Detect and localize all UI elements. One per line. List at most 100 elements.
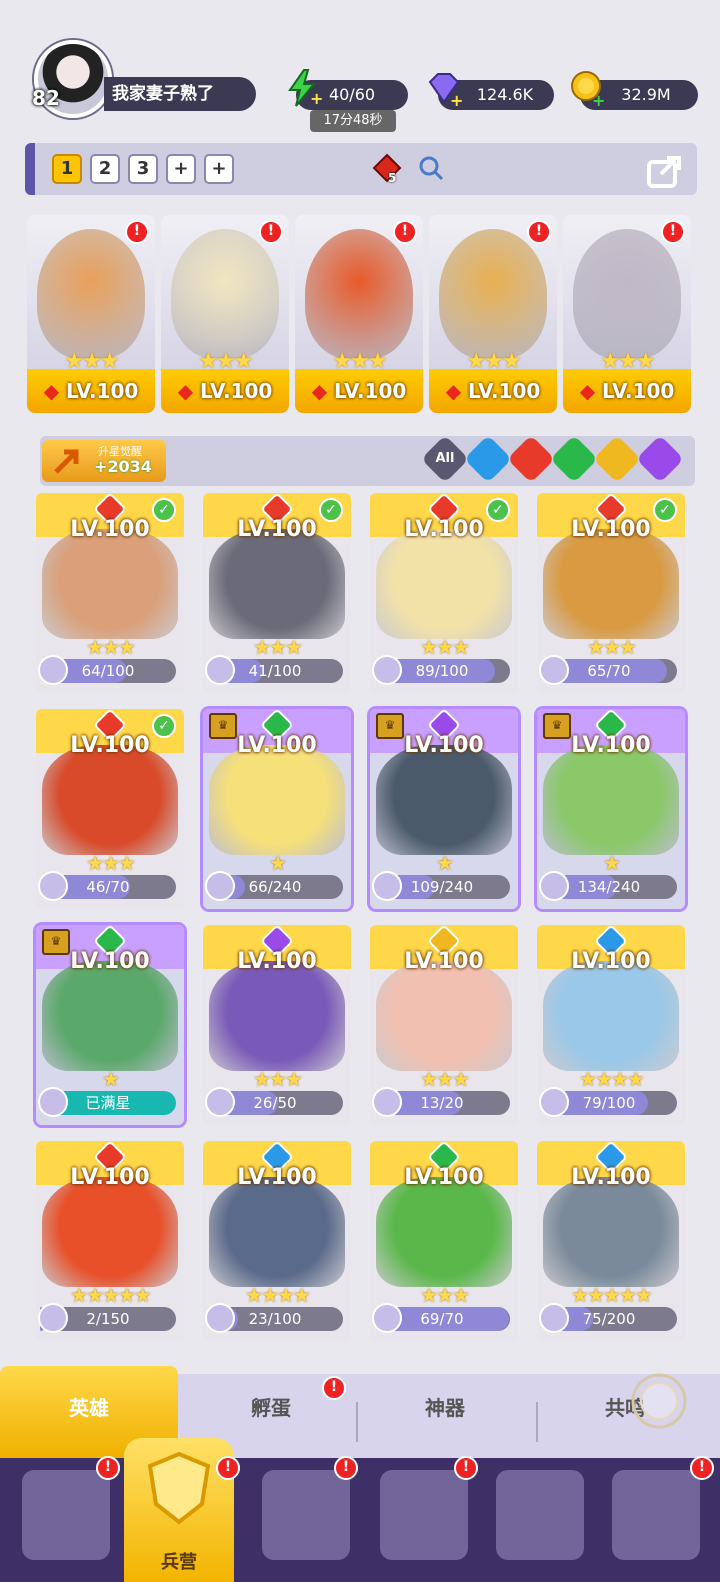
fragment-progress: 64/100	[38, 655, 176, 685]
check-icon: ✓	[486, 498, 510, 522]
fragment-progress: 79/100	[539, 1087, 677, 1117]
lineup-hero-card[interactable]: ★★★ ◆ LV.100	[429, 215, 557, 413]
fragment-count: 69/70	[420, 1310, 464, 1328]
floating-orb-icon[interactable]	[630, 1372, 688, 1430]
hero-card[interactable]: LV.100 ★★★★ 23/100	[203, 1141, 351, 1341]
hero-level: LV.100	[237, 949, 317, 974]
hero-portrait	[42, 529, 178, 639]
tab-hero-label: 英雄	[69, 1396, 109, 1420]
hero-portrait	[42, 745, 178, 855]
tab-artifact[interactable]: 神器	[360, 1392, 530, 1421]
bottom-nav-book[interactable]	[262, 1470, 350, 1560]
hero-level: LV.100	[404, 949, 484, 974]
team-tab-3[interactable]: 3	[128, 154, 158, 184]
fragment-icon	[539, 871, 569, 901]
team-selector-bar	[25, 143, 697, 195]
castle-alert-icon: !	[454, 1456, 478, 1480]
hero-level-text: LV.100	[200, 379, 273, 403]
gold-counter[interactable]: + 32.9M	[571, 71, 698, 110]
fire-element-icon: ◆	[579, 379, 596, 403]
hero-card[interactable]: LV.100 ★★★ 69/70	[370, 1141, 518, 1341]
fragment-count: 134/240	[577, 878, 641, 896]
tab-divider	[356, 1402, 358, 1442]
hero-portrait	[209, 1177, 345, 1287]
search-icon[interactable]	[418, 155, 444, 181]
lightning-icon: +	[288, 69, 322, 108]
hero-card[interactable]: LV.100 ✓ ★★★ 89/100	[370, 493, 518, 693]
share-icon[interactable]	[645, 150, 687, 190]
svg-text:+: +	[450, 91, 463, 108]
energy-counter[interactable]: + 40/60	[288, 69, 408, 110]
hero-card[interactable]: LV.100 ★★★ 13/20	[370, 925, 518, 1125]
hero-level: ◆ LV.100	[429, 369, 557, 413]
team-tab-add[interactable]: +	[166, 154, 196, 184]
hero-card[interactable]: LV.100 ★★★★★ 2/150	[36, 1141, 184, 1341]
fragment-icon	[372, 871, 402, 901]
filter-label: All	[435, 451, 455, 466]
fragment-progress: 134/240	[539, 871, 677, 901]
hero-portrait	[171, 229, 279, 359]
hero-card[interactable]: LV.100 ✓ ★★★ 41/100	[203, 493, 351, 693]
hero-card[interactable]: LV.100 ✓ ★★★ 46/70	[36, 709, 184, 909]
lineup-hero-card[interactable]: ★★★ ◆ LV.100	[161, 215, 289, 413]
lineup-hero-card[interactable]: ★★★ ◆ LV.100	[295, 215, 423, 413]
crown-icon: ♛	[209, 713, 237, 739]
fragment-icon	[38, 1087, 68, 1117]
bottom-nav-guild[interactable]	[612, 1470, 700, 1560]
element-gem-counter[interactable]: 5	[372, 153, 402, 185]
team-tab-add[interactable]: +	[204, 154, 234, 184]
bottom-nav-castle[interactable]	[380, 1470, 468, 1560]
gem-count-value: 5	[388, 171, 397, 185]
lineup-hero-card[interactable]: ★★★ ◆ LV.100	[563, 215, 691, 413]
fragment-icon	[38, 871, 68, 901]
hero-card[interactable]: LV.100 ♛ ★ 已满星	[36, 925, 184, 1125]
fragment-icon	[38, 1303, 68, 1333]
hero-portrait	[42, 961, 178, 1071]
hero-level: ◆ LV.100	[27, 369, 155, 413]
hero-card[interactable]: LV.100 ✓ ★★★ 64/100	[36, 493, 184, 693]
player-level: 82	[32, 86, 60, 110]
fragment-progress: 66/240	[205, 871, 343, 901]
hero-card[interactable]: LV.100 ★★★★★ 75/200	[537, 1141, 685, 1341]
hero-card[interactable]: LV.100 ♛ ★ 109/240	[370, 709, 518, 909]
fragment-progress: 23/100	[205, 1303, 343, 1333]
hero-portrait	[439, 229, 547, 359]
player-name-plate[interactable]: 我家妻子熟了	[104, 77, 256, 111]
hero-card[interactable]: LV.100 ♛ ★ 134/240	[537, 709, 685, 909]
hero-card[interactable]: LV.100 ✓ ★★★ 65/70	[537, 493, 685, 693]
hero-card[interactable]: LV.100 ♛ ★ 66/240	[203, 709, 351, 909]
gem-counter[interactable]: + 124.6K	[428, 73, 554, 110]
check-icon: ✓	[653, 498, 677, 522]
top-bar: 我家妻子熟了 82 + 40/60 17分48秒 + 124.6K + 32.9…	[0, 0, 720, 140]
fragment-progress: 2/150	[38, 1303, 176, 1333]
hero-portrait	[42, 1177, 178, 1287]
fragment-icon	[372, 1303, 402, 1333]
fragment-icon	[372, 1087, 402, 1117]
bottom-nav-shop[interactable]	[496, 1470, 584, 1560]
gem-value: 124.6K	[476, 85, 534, 104]
team-tab-2[interactable]: 2	[90, 154, 120, 184]
alert-icon: !	[661, 220, 685, 244]
hero-card[interactable]: LV.100 ★★★★ 79/100	[537, 925, 685, 1125]
fragment-progress: 46/70	[38, 871, 176, 901]
arrow-up-icon	[54, 449, 79, 474]
guild-alert-icon: !	[690, 1456, 714, 1480]
fragment-count: 2/150	[86, 1310, 130, 1328]
awaken-button[interactable]: 升星觉醒 +2034	[42, 440, 166, 482]
energy-timer: 17分48秒	[310, 110, 396, 132]
red-gem-icon	[372, 153, 402, 183]
awaken-value: +2034	[94, 457, 152, 476]
fragment-icon	[205, 871, 235, 901]
bottom-nav-cards[interactable]	[22, 1470, 110, 1560]
lineup-hero-card[interactable]: ★★★ ◆ LV.100	[27, 215, 155, 413]
hero-level-text: LV.100	[334, 379, 407, 403]
check-icon: ✓	[152, 714, 176, 738]
fragment-count: 79/100	[582, 1094, 636, 1112]
barracks-label: 兵营	[161, 1552, 197, 1573]
filter-all[interactable]: All	[420, 434, 470, 484]
hatch-alert-icon: !	[322, 1376, 346, 1400]
hero-card[interactable]: LV.100 ★★★ 26/50	[203, 925, 351, 1125]
alert-icon: !	[527, 220, 551, 244]
team-tab-1[interactable]: 1	[52, 154, 82, 184]
check-icon: ✓	[152, 498, 176, 522]
